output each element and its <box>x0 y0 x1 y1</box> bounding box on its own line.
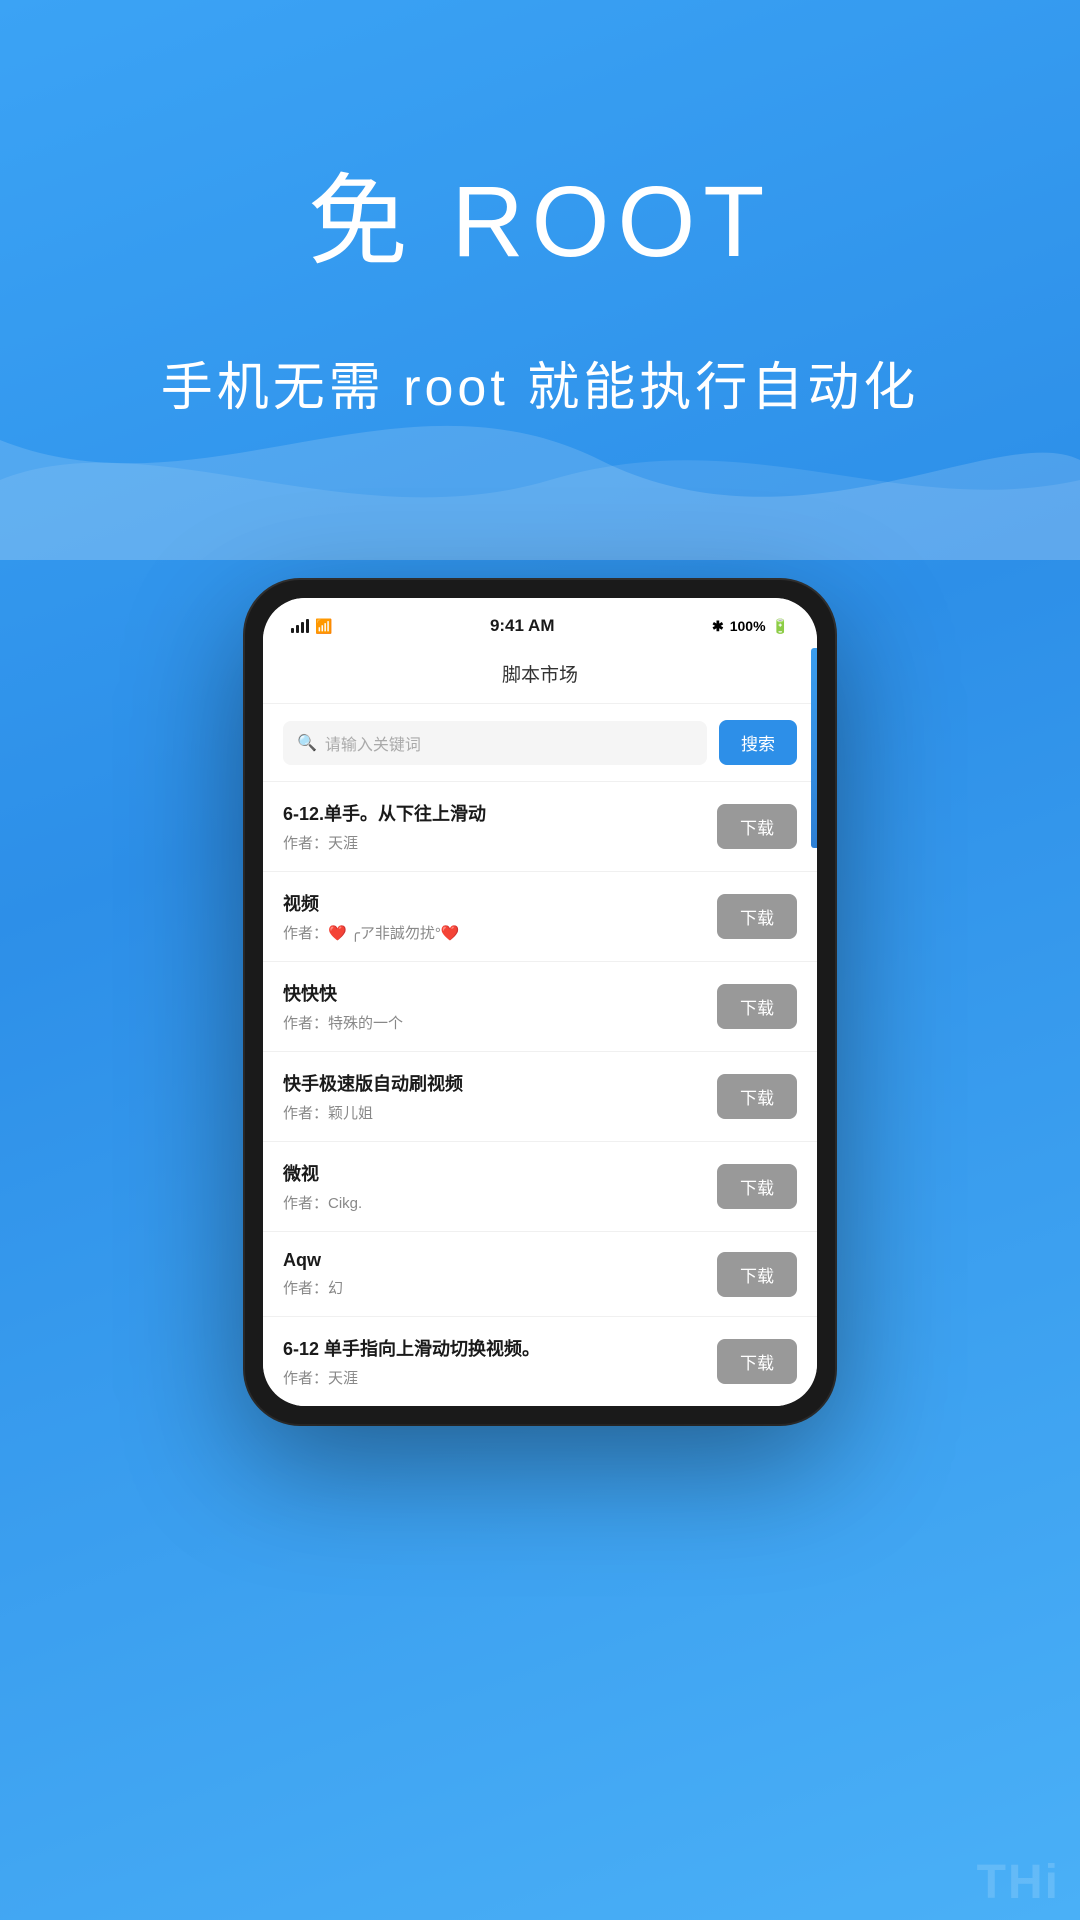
search-button[interactable]: 搜索 <box>719 720 797 765</box>
status-right: ✱ 100% 🔋 <box>712 618 789 635</box>
script-info: 视频 作者：❤️ ╭ア非誠勿扰°❤️ <box>283 890 717 943</box>
script-info: Aqw 作者：幻 <box>283 1250 717 1298</box>
script-author: 作者：天涯 <box>283 1367 717 1388</box>
search-icon: 🔍 <box>297 733 317 753</box>
script-name: Aqw <box>283 1250 717 1271</box>
list-item: 快手极速版自动刷视频 作者：颖儿姐 下载 <box>263 1052 817 1142</box>
hero-title: 免 ROOT <box>0 140 1080 285</box>
script-author: 作者：颖儿姐 <box>283 1102 717 1123</box>
download-button[interactable]: 下载 <box>717 984 797 1029</box>
script-author: 作者：天涯 <box>283 832 717 853</box>
download-button[interactable]: 下载 <box>717 1074 797 1119</box>
script-author: 作者：❤️ ╭ア非誠勿扰°❤️ <box>283 922 717 943</box>
script-name: 快手极速版自动刷视频 <box>283 1070 717 1096</box>
search-input-wrapper[interactable]: 🔍 请输入关键词 <box>283 721 707 765</box>
download-button[interactable]: 下载 <box>717 1164 797 1209</box>
list-item: 微视 作者：Cikg. 下载 <box>263 1142 817 1232</box>
status-bar: 📶 9:41 AM ✱ 100% 🔋 <box>263 598 817 648</box>
script-info: 微视 作者：Cikg. <box>283 1160 717 1213</box>
list-item: Aqw 作者：幻 下载 <box>263 1232 817 1317</box>
wifi-icon: 📶 <box>315 618 332 635</box>
script-author: 作者：Cikg. <box>283 1192 717 1213</box>
download-button[interactable]: 下载 <box>717 1252 797 1297</box>
script-name: 快快快 <box>283 980 717 1006</box>
script-author: 作者：特殊的一个 <box>283 1012 717 1033</box>
bottom-watermark: THi <box>0 1840 1080 1920</box>
script-info: 6-12 单手指向上滑动切换视频。 作者：天涯 <box>283 1335 717 1388</box>
watermark-text: THi <box>977 1855 1060 1910</box>
script-name: 视频 <box>283 890 717 916</box>
status-left: 📶 <box>291 618 332 635</box>
script-name: 微视 <box>283 1160 717 1186</box>
phone-screen: 📶 9:41 AM ✱ 100% 🔋 脚本市场 🔍 请输入关键词 搜索 <box>263 598 817 1406</box>
battery-percentage: 100% <box>730 618 766 634</box>
download-button[interactable]: 下载 <box>717 1339 797 1384</box>
list-item: 快快快 作者：特殊的一个 下载 <box>263 962 817 1052</box>
phone-frame: 📶 9:41 AM ✱ 100% 🔋 脚本市场 🔍 请输入关键词 搜索 <box>245 580 835 1424</box>
list-item: 6-12.单手。从下往上滑动 作者：天涯 下载 <box>263 782 817 872</box>
bluetooth-icon: ✱ <box>712 618 724 635</box>
status-time: 9:41 AM <box>490 616 555 636</box>
script-info: 快手极速版自动刷视频 作者：颖儿姐 <box>283 1070 717 1123</box>
script-name: 6-12.单手。从下往上滑动 <box>283 800 717 826</box>
search-input[interactable]: 请输入关键词 <box>325 731 421 755</box>
list-item: 视频 作者：❤️ ╭ア非誠勿扰°❤️ 下载 <box>263 872 817 962</box>
download-button[interactable]: 下载 <box>717 804 797 849</box>
signal-icon <box>291 619 309 633</box>
script-author: 作者：幻 <box>283 1277 717 1298</box>
search-container: 🔍 请输入关键词 搜索 <box>263 704 817 782</box>
script-name: 6-12 单手指向上滑动切换视频。 <box>283 1335 717 1361</box>
script-info: 6-12.单手。从下往上滑动 作者：天涯 <box>283 800 717 853</box>
download-button[interactable]: 下载 <box>717 894 797 939</box>
script-list: 6-12.单手。从下往上滑动 作者：天涯 下载 视频 作者：❤️ ╭ア非誠勿扰°… <box>263 782 817 1406</box>
hero-subtitle: 手机无需 root 就能执行自动化 <box>0 345 1080 420</box>
list-item: 6-12 单手指向上滑动切换视频。 作者：天涯 下载 <box>263 1317 817 1406</box>
app-header: 脚本市场 <box>263 648 817 704</box>
right-accent-bar <box>811 648 817 848</box>
battery-icon: 🔋 <box>772 618 789 635</box>
phone-mockup: 📶 9:41 AM ✱ 100% 🔋 脚本市场 🔍 请输入关键词 搜索 <box>245 580 835 1424</box>
script-info: 快快快 作者：特殊的一个 <box>283 980 717 1033</box>
